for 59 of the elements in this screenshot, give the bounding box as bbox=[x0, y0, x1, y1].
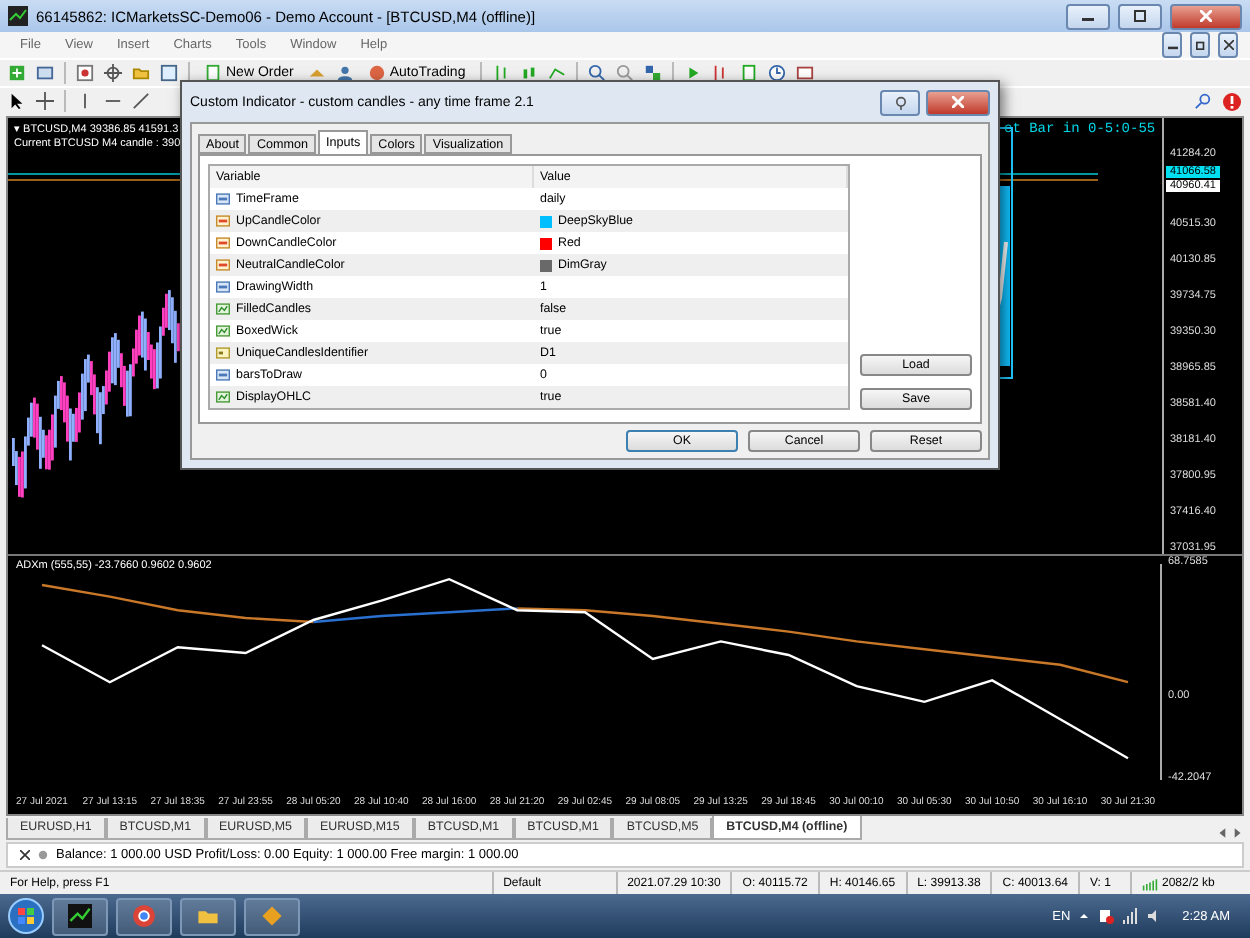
network-icon[interactable] bbox=[1122, 908, 1139, 925]
help-button[interactable] bbox=[880, 89, 920, 115]
boolean-type-icon bbox=[216, 324, 230, 338]
trend-line-icon[interactable] bbox=[132, 92, 150, 111]
chart-shift-icon[interactable] bbox=[711, 64, 730, 83]
tray-arrow-icon[interactable] bbox=[1078, 910, 1091, 923]
number-type-icon bbox=[216, 280, 230, 294]
number-type-icon bbox=[216, 368, 230, 382]
minimize-button[interactable] bbox=[1066, 3, 1110, 30]
maximize-icon bbox=[1134, 10, 1146, 23]
close-button[interactable] bbox=[1170, 3, 1242, 30]
line-chart-icon[interactable] bbox=[547, 64, 566, 83]
folder-icon[interactable] bbox=[132, 64, 150, 83]
browser-icon bbox=[132, 904, 156, 929]
app-logo-icon bbox=[8, 6, 28, 27]
user-icon[interactable] bbox=[335, 64, 354, 83]
boolean-type-icon bbox=[216, 390, 230, 404]
cursor-icon[interactable] bbox=[8, 92, 26, 111]
templates-icon[interactable] bbox=[795, 64, 814, 83]
scroll-right-icon[interactable] bbox=[1230, 825, 1244, 840]
clock-icon[interactable] bbox=[767, 64, 786, 83]
window-icon[interactable] bbox=[160, 64, 178, 83]
taskbar-app-button[interactable] bbox=[180, 897, 236, 936]
close-icon bbox=[1223, 40, 1233, 51]
restore-button[interactable] bbox=[1190, 32, 1210, 59]
help-icon bbox=[893, 95, 907, 109]
boolean-type-icon bbox=[216, 302, 230, 316]
close-icon bbox=[952, 96, 964, 108]
minimize-button[interactable] bbox=[1162, 32, 1182, 59]
alert-icon[interactable] bbox=[1222, 91, 1242, 112]
flag-icon[interactable] bbox=[1098, 908, 1115, 925]
triangle-icon[interactable] bbox=[307, 64, 326, 83]
text-type-icon bbox=[216, 346, 230, 360]
zoom-in-icon[interactable] bbox=[587, 64, 606, 83]
chart-icon[interactable] bbox=[76, 64, 94, 83]
restore-icon bbox=[1195, 40, 1205, 51]
tile-windows-icon[interactable] bbox=[643, 64, 662, 83]
start-button-icon[interactable] bbox=[8, 898, 44, 935]
indicators-icon[interactable] bbox=[739, 64, 758, 83]
crosshair-icon[interactable] bbox=[104, 64, 122, 83]
number-type-icon bbox=[216, 192, 230, 206]
close-button[interactable] bbox=[926, 89, 990, 115]
search-icon[interactable] bbox=[1194, 92, 1212, 111]
scroll-left-icon[interactable] bbox=[1216, 825, 1230, 840]
app-logo-icon bbox=[68, 904, 92, 929]
signal-bars-icon bbox=[1142, 875, 1158, 892]
taskbar-app-button[interactable] bbox=[52, 897, 108, 936]
close-button[interactable] bbox=[1218, 32, 1238, 59]
bar-chart-icon[interactable] bbox=[491, 64, 510, 83]
crosshair-icon[interactable] bbox=[36, 92, 54, 111]
windows-icon[interactable] bbox=[36, 64, 54, 83]
candlestick-icon[interactable] bbox=[519, 64, 538, 83]
maximize-button[interactable] bbox=[1118, 3, 1162, 30]
taskbar-app-button[interactable] bbox=[116, 897, 172, 936]
close-icon bbox=[1200, 10, 1212, 23]
add-icon[interactable] bbox=[8, 64, 26, 83]
zoom-out-icon[interactable] bbox=[615, 64, 634, 83]
diamond-icon bbox=[260, 904, 284, 929]
close-icon[interactable] bbox=[20, 850, 30, 861]
